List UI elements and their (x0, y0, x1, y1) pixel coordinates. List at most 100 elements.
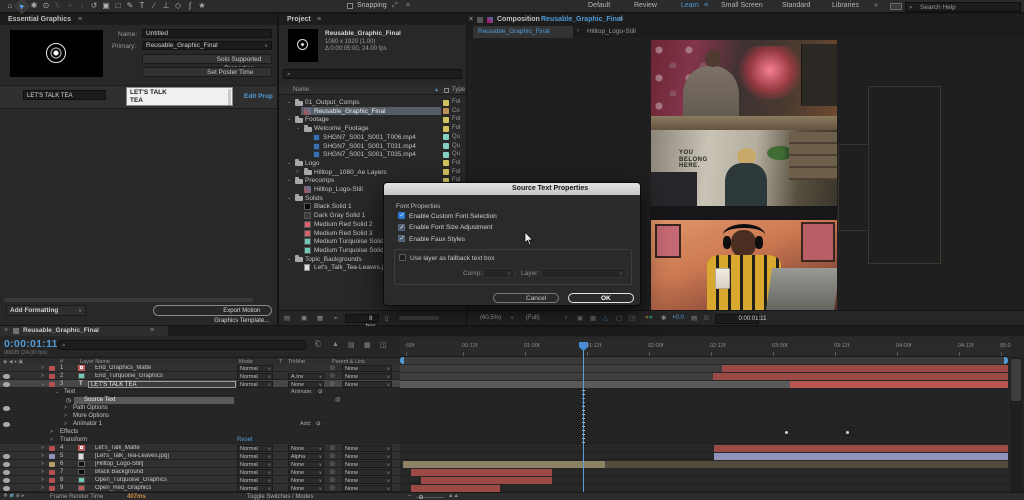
twirl-closed-icon[interactable]: > (41, 485, 44, 491)
layer-row[interactable]: >6 [Hilltop_Logo-Still] Normal ∨ None ∨ ◎ None ∨ (0, 460, 400, 468)
track-row[interactable] (400, 468, 1008, 476)
visibility-eye-icon[interactable] (3, 478, 10, 483)
project-row[interactable]: ⌄ Footage Fol (279, 115, 466, 124)
label-color-chip[interactable] (49, 373, 55, 379)
workspace-tab-learn[interactable]: Learn (681, 2, 699, 9)
label-color-chip[interactable] (443, 151, 449, 158)
dialog-checkbox[interactable]: ✓ (398, 223, 405, 231)
track-row[interactable] (400, 364, 1008, 372)
keyframe-dot[interactable] (846, 430, 849, 434)
track-row[interactable] (400, 404, 1008, 412)
label-color-chip[interactable] (443, 160, 449, 167)
label-color-chip[interactable] (49, 445, 55, 451)
mode-dropdown[interactable]: Normal ∨ (237, 380, 273, 388)
project-item-label[interactable]: Dark Gray Solid 1 (314, 212, 365, 219)
label-color-chip[interactable] (49, 477, 55, 483)
twirl-closed-icon[interactable]: > (41, 365, 44, 371)
mode-dropdown[interactable]: Normal ∨ (237, 484, 273, 492)
help-search-box[interactable]: ⌕ Search Help (905, 1, 1021, 12)
workspace-tab-review[interactable]: Review (634, 2, 657, 9)
pickwhip-icon[interactable]: ◎ (330, 477, 335, 483)
trkmat-dropdown[interactable]: None ∨ (288, 468, 324, 476)
project-item-label[interactable]: Hilltop_Logo-Still (314, 186, 363, 193)
twirl-closed-icon[interactable]: > (64, 405, 67, 411)
workspace-tab-standard[interactable]: Standard (782, 2, 810, 9)
layer-name[interactable]: Open_Turquoise_Graphics (95, 477, 167, 483)
parent-dropdown[interactable]: None ∨ (342, 452, 392, 460)
fallback-checkbox[interactable] (399, 254, 406, 261)
layer-row[interactable]: >2 End_Turquoise_Graphics Normal ∨ A.Inv ∨ ◎ No… (0, 372, 400, 380)
comp-mini-flowchart-icon[interactable]: ⎗ (315, 341, 321, 349)
dialog-checkbox[interactable]: ✓ (398, 212, 405, 219)
twirl-open-icon[interactable]: ⌄ (287, 116, 291, 122)
track-row[interactable] (400, 420, 1008, 428)
layer-row[interactable]: > Path Options (0, 404, 400, 412)
layer-duration-bar[interactable] (411, 468, 552, 476)
layer-row[interactable]: >7 Black Background Normal ∨ None ∨ ◎ None ∨ (0, 468, 400, 476)
project-row[interactable]: SHGN7_S001_S001_T006.mp4 Qu (279, 133, 466, 142)
more-workspaces-icon[interactable]: » (874, 2, 878, 9)
project-row[interactable]: ⌄ 01_Output_Comps Fol (279, 98, 466, 107)
adjust-icon[interactable]: ➣ (333, 314, 338, 322)
project-item-label[interactable]: SHGN7_S001_S001_T006.mp4 (323, 134, 416, 141)
eg-primary-dropdown[interactable]: Reusable_Graphic_Final ∨ (142, 41, 272, 50)
parent-dropdown[interactable]: None ∨ (342, 484, 392, 492)
project-item-label[interactable]: Reusable_Graphic_Final (314, 108, 386, 115)
twirl-closed-icon[interactable]: > (50, 437, 53, 443)
project-row[interactable]: Reusable_Graphic_Final Co (279, 106, 466, 116)
project-row[interactable]: ⌄ Welcome_Footage Fol (279, 124, 466, 133)
layer-duration-bar[interactable] (713, 372, 1008, 380)
parent-dropdown[interactable]: None ∨ (342, 460, 392, 468)
track-row[interactable] (400, 372, 1008, 380)
twirl-closed-icon[interactable]: > (64, 421, 67, 427)
eg-text-scrollbar[interactable] (228, 89, 231, 105)
project-row[interactable]: SHGN7_S001_S001_T035.mp4 Qu (279, 150, 466, 159)
layer-row[interactable]: >9 Open_Red_Graphics Normal ∨ None ∨ ◎ None ∨ (0, 484, 400, 492)
shy-layers-icon[interactable]: ▤ (348, 341, 355, 349)
track-row[interactable] (400, 380, 1008, 388)
workspace-tab-default[interactable]: Default (588, 2, 610, 9)
time-ruler[interactable]: :00f 00:12f 01:00f 01:12f 02:00f 02:12f 03:00f… (400, 337, 1011, 357)
label-color-chip[interactable] (49, 453, 55, 459)
timeline-zoom-knob[interactable] (419, 494, 423, 499)
eg-text-value-box[interactable]: LET'S TALK TEA (126, 87, 233, 106)
track-row[interactable] (400, 460, 1008, 468)
layer-name-box[interactable]: LET'S TALK TEA (88, 380, 236, 388)
track-row[interactable] (400, 476, 1008, 484)
mode-dropdown[interactable]: Normal ∨ (237, 468, 273, 476)
layer-name[interactable]: End_Turquoise_Graphics (95, 373, 163, 379)
project-item-label[interactable]: 01_Output_Comps (305, 99, 360, 106)
vscroll-thumb[interactable] (1011, 359, 1021, 401)
label-color-chip[interactable] (443, 143, 449, 149)
panel-menu-icon[interactable]: ≡ (78, 14, 82, 25)
channels-icon[interactable]: ●● (645, 314, 653, 321)
snapshot-icon[interactable]: ▤ (691, 314, 697, 322)
label-color-chip[interactable] (443, 108, 449, 115)
property-name[interactable]: More Options (73, 413, 109, 419)
frame-blending-icon[interactable]: ▦ (364, 341, 371, 349)
region-of-interest-icon[interactable]: ▣ (577, 314, 583, 322)
mode-dropdown[interactable]: Normal ∨ (237, 372, 273, 380)
label-color-chip[interactable] (49, 381, 55, 387)
project-item-label[interactable]: Topic_Backgrounds (305, 256, 362, 263)
property-name[interactable]: Source Text (84, 397, 116, 403)
eg-hscrollbar[interactable] (4, 298, 253, 302)
label-color-chip[interactable] (49, 485, 55, 491)
label-color-chip[interactable] (443, 99, 449, 106)
label-color-chip[interactable] (49, 461, 55, 467)
layer-duration-bar[interactable] (400, 364, 722, 372)
mode-dropdown[interactable]: Normal ∨ (237, 364, 273, 372)
playhead-line[interactable] (583, 342, 584, 492)
pickwhip-icon[interactable]: ◎ (330, 453, 335, 459)
visibility-eye-icon[interactable] (3, 374, 10, 379)
project-item-label[interactable]: Logo (305, 160, 319, 167)
comp-timecode-box[interactable]: 0:00:01:11 (715, 313, 766, 324)
project-item-label[interactable]: Solids (305, 195, 323, 202)
timeline-timecode[interactable]: 0:00:01:11 (4, 338, 58, 350)
show-snapshot-icon[interactable]: ⌘ (703, 314, 710, 322)
layer-dropdown[interactable]: ∨ (541, 268, 627, 278)
eg-name-input[interactable]: Untitled (142, 29, 272, 38)
zoom-out-icon[interactable]: – (408, 493, 411, 499)
layer-duration-bar[interactable] (400, 372, 713, 380)
pickwhip-icon[interactable]: ◎ (330, 461, 335, 467)
